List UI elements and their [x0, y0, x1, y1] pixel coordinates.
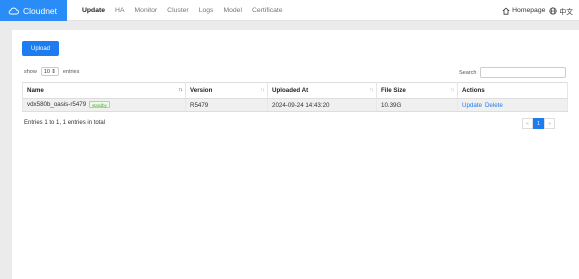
col-header-actions: Actions: [457, 82, 568, 99]
nav-model[interactable]: Model: [223, 7, 242, 14]
homepage-label: Homepage: [512, 7, 546, 14]
entries-label: entries: [62, 68, 80, 75]
pagination: « 1 »: [522, 118, 555, 129]
nav-certificate[interactable]: Certificate: [252, 7, 283, 14]
update-action-link[interactable]: Update: [462, 102, 482, 109]
show-label: show: [24, 68, 37, 75]
nav-cluster[interactable]: Cluster: [167, 7, 189, 14]
cell-uploaded-at: 2024-09-24 14:43:20: [267, 98, 377, 112]
nav-logs[interactable]: Logs: [199, 7, 214, 14]
col-header-version[interactable]: Version ↑↓: [185, 82, 268, 99]
sort-icon: ↑↓: [369, 87, 374, 93]
sort-updown-icon: ⇕: [51, 68, 56, 75]
cell-version: R5479: [185, 98, 268, 112]
entries-info: Entries 1 to 1, 1 entries in total: [24, 120, 106, 126]
content-panel: Upload show 10 ⇕ entries Search Name ↑↓ …: [12, 30, 579, 279]
table-header-row: Name ↑↓ Version ↑↓ Uploaded At ↑↓ File S…: [22, 82, 568, 99]
page-size-select[interactable]: 10 ⇕: [40, 67, 59, 76]
language-label: 中文: [559, 8, 573, 16]
sort-icon: ↑↓: [450, 87, 455, 93]
sort-icon: ↑↓: [260, 87, 265, 93]
main-nav: Update HA Monitor Cluster Logs Model Cer…: [82, 0, 293, 21]
status-badge: standby: [89, 101, 110, 109]
globe-icon: [549, 6, 557, 15]
cell-file-size: 10.39G: [376, 98, 458, 112]
cell-actions: Update Delete: [457, 98, 568, 112]
search-label: Search: [459, 69, 477, 76]
col-actions-label: Actions: [462, 87, 485, 94]
brand[interactable]: Cloudnet: [0, 0, 67, 21]
page-size-control: show 10 ⇕ entries: [24, 67, 79, 76]
page-size-value: 10: [43, 68, 50, 75]
nav-monitor[interactable]: Monitor: [135, 7, 158, 14]
col-size-label: File Size: [381, 87, 406, 94]
nav-ha[interactable]: HA: [115, 7, 124, 14]
page-1-button[interactable]: 1: [533, 118, 544, 129]
nav-update[interactable]: Update: [82, 7, 105, 14]
homepage-link[interactable]: Homepage: [502, 7, 545, 15]
upload-button[interactable]: Upload: [22, 41, 59, 56]
search-control: Search: [459, 67, 567, 78]
col-uploaded-label: Uploaded At: [272, 87, 309, 94]
col-header-file-size[interactable]: File Size ↑↓: [376, 82, 458, 99]
sort-asc-icon: ↑↓: [178, 87, 183, 93]
table-row: vdx580b_oasis-r5479 standby R5479 2024-09…: [22, 98, 568, 112]
prev-page-button[interactable]: «: [522, 118, 533, 129]
top-navbar: Cloudnet Update HA Monitor Cluster Logs …: [0, 0, 579, 21]
brand-name: Cloudnet: [23, 5, 58, 16]
col-version-label: Version: [190, 87, 213, 94]
home-icon: [502, 7, 510, 15]
firmware-name: vdx580b_oasis-r5479: [27, 101, 87, 109]
delete-action-link[interactable]: Delete: [485, 102, 503, 109]
cell-name: vdx580b_oasis-r5479 standby: [22, 98, 186, 112]
col-header-uploaded-at[interactable]: Uploaded At ↑↓: [267, 82, 377, 99]
language-switch[interactable]: 中文: [549, 6, 573, 16]
nav-right: Homepage 中文: [498, 0, 573, 21]
cloud-icon: [8, 7, 19, 14]
search-input[interactable]: [480, 67, 567, 78]
next-page-button[interactable]: »: [544, 118, 555, 129]
col-header-name[interactable]: Name ↑↓: [22, 82, 186, 99]
col-name-label: Name: [27, 87, 44, 94]
firmware-table: Name ↑↓ Version ↑↓ Uploaded At ↑↓ File S…: [22, 82, 568, 112]
